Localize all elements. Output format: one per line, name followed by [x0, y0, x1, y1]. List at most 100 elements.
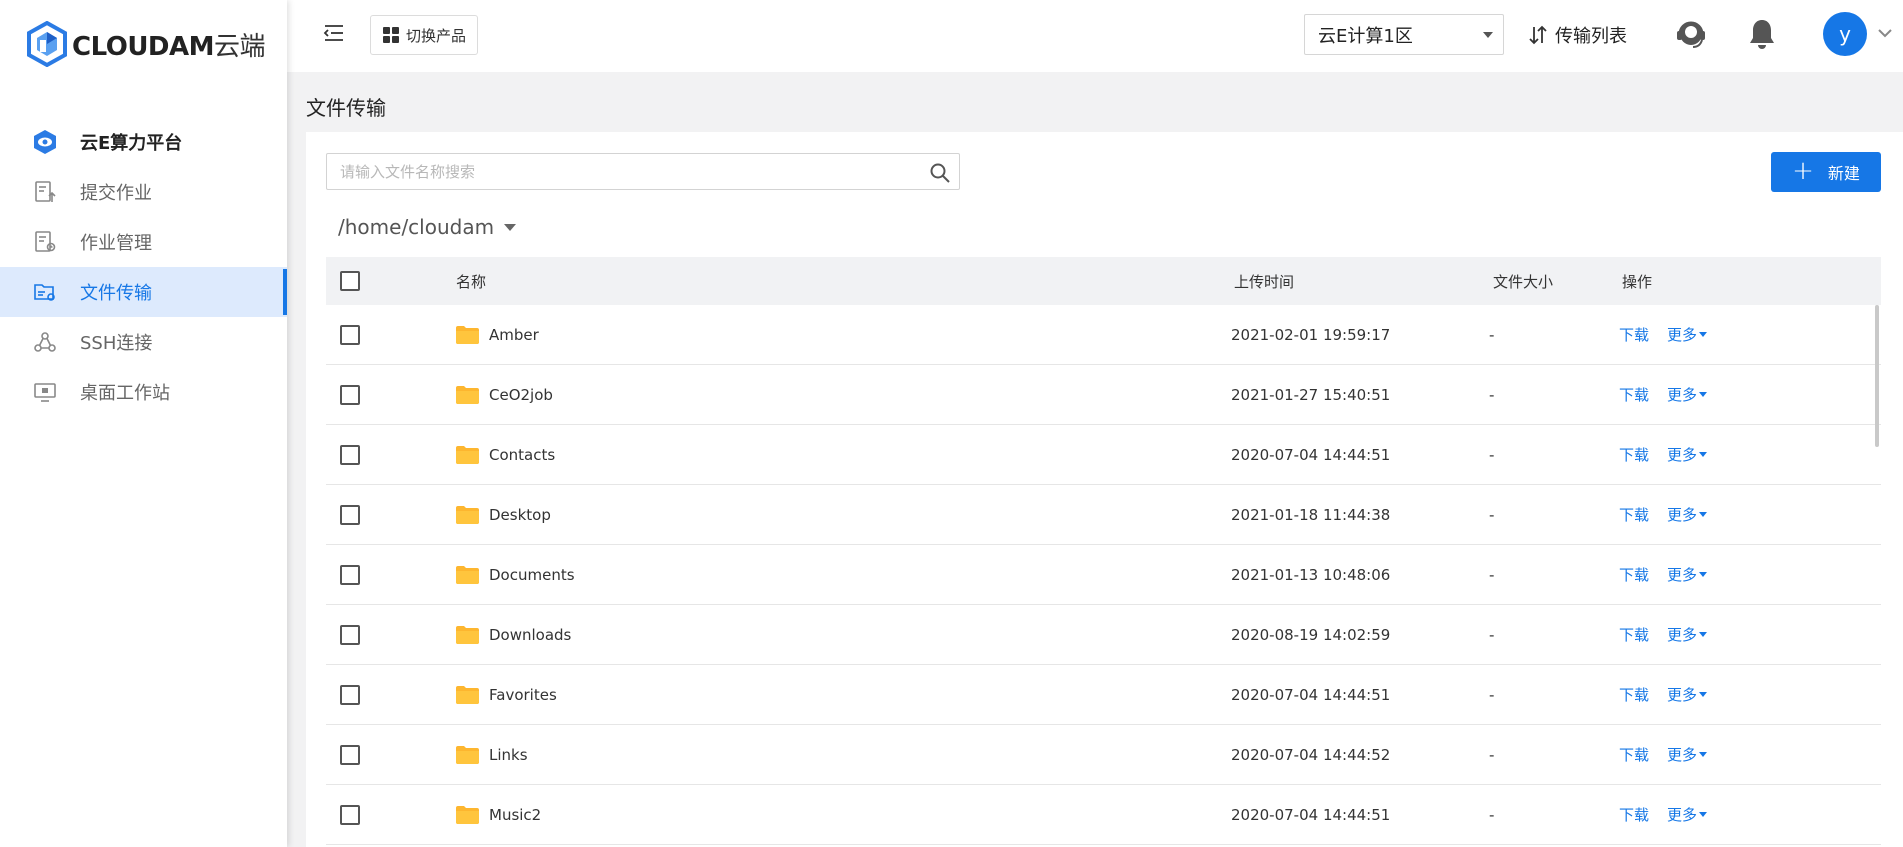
- upload-time: 2020-07-04 14:44:52: [1231, 745, 1391, 764]
- upload-time: 2020-07-04 14:44:51: [1231, 685, 1391, 704]
- download-link[interactable]: 下载: [1619, 384, 1649, 405]
- more-dropdown[interactable]: 更多: [1667, 684, 1708, 705]
- more-dropdown[interactable]: 更多: [1667, 444, 1708, 465]
- logo-text: CLOUDAM云端: [72, 31, 266, 62]
- caret-down-icon: [1699, 572, 1708, 577]
- caret-down-icon: [1699, 452, 1708, 457]
- table-row[interactable]: Favorites 2020-07-04 14:44:51 - 下载 更多: [326, 665, 1881, 725]
- row-checkbox[interactable]: [340, 564, 360, 585]
- search-input[interactable]: [327, 154, 917, 189]
- table-scrollbar[interactable]: [1875, 305, 1879, 447]
- caret-down-icon: [1699, 692, 1708, 697]
- notification-bell-icon[interactable]: [1748, 18, 1776, 50]
- sidebar-item-label: 云E算力平台: [80, 133, 183, 154]
- file-name-cell[interactable]: Amber: [456, 325, 539, 344]
- more-dropdown[interactable]: 更多: [1667, 504, 1708, 525]
- row-actions: 下载 更多: [1619, 624, 1708, 645]
- row-checkbox[interactable]: [340, 624, 360, 645]
- download-link[interactable]: 下载: [1619, 684, 1649, 705]
- more-dropdown[interactable]: 更多: [1667, 324, 1708, 345]
- headset-support-icon[interactable]: [1674, 17, 1708, 51]
- file-name-cell[interactable]: Downloads: [456, 625, 572, 644]
- upload-time: 2021-01-18 11:44:38: [1231, 505, 1391, 524]
- download-link[interactable]: 下载: [1619, 324, 1649, 345]
- transfer-list-button[interactable]: 传输列表: [1527, 18, 1627, 52]
- upload-time: 2021-02-01 19:59:17: [1231, 325, 1391, 344]
- download-link[interactable]: 下载: [1619, 564, 1649, 585]
- file-size: -: [1489, 385, 1495, 404]
- more-dropdown[interactable]: 更多: [1667, 564, 1708, 585]
- folder-icon: [456, 445, 479, 464]
- file-name-cell[interactable]: Documents: [456, 565, 575, 584]
- file-name: Links: [489, 745, 528, 764]
- chevron-down-icon[interactable]: [1878, 28, 1892, 38]
- file-name-cell[interactable]: CeO2job: [456, 385, 553, 404]
- menu-fold-icon[interactable]: [323, 22, 345, 44]
- more-label: 更多: [1667, 326, 1698, 344]
- caret-down-icon: [1699, 812, 1708, 817]
- more-dropdown[interactable]: 更多: [1667, 384, 1708, 405]
- row-checkbox[interactable]: [340, 444, 360, 465]
- select-all-checkbox[interactable]: [340, 271, 360, 291]
- row-checkbox[interactable]: [340, 504, 360, 525]
- sidebar-nav: 云E算力平台 提交作业 作业管理 文件传输 SSH连接 桌面工作站: [0, 117, 287, 417]
- page-title: 文件传输: [306, 96, 386, 120]
- table-row[interactable]: Amber 2021-02-01 19:59:17 - 下载 更多: [326, 305, 1881, 365]
- file-size: -: [1489, 445, 1495, 464]
- file-name-cell[interactable]: Favorites: [456, 685, 557, 704]
- more-dropdown[interactable]: 更多: [1667, 624, 1708, 645]
- more-dropdown[interactable]: 更多: [1667, 804, 1708, 825]
- row-checkbox[interactable]: [340, 804, 360, 825]
- switch-product-label: 切换产品: [406, 26, 467, 45]
- file-name-cell[interactable]: Contacts: [456, 445, 556, 464]
- header-size: 文件大小: [1493, 272, 1554, 291]
- table-row[interactable]: Downloads 2020-08-19 14:02:59 - 下载 更多: [326, 605, 1881, 665]
- file-name: Documents: [489, 565, 575, 584]
- more-dropdown[interactable]: 更多: [1667, 744, 1708, 765]
- sidebar-item-ssh[interactable]: SSH连接: [0, 317, 287, 367]
- file-name-cell[interactable]: Links: [456, 745, 528, 764]
- file-size: -: [1489, 805, 1495, 824]
- file-name-cell[interactable]: Desktop: [456, 505, 551, 524]
- sidebar-item-submit-job[interactable]: 提交作业: [0, 167, 287, 217]
- caret-down-icon: [1699, 752, 1708, 757]
- switch-product-button[interactable]: 切换产品: [370, 15, 478, 55]
- caret-down-icon: [1483, 32, 1493, 38]
- file-name-cell[interactable]: Music2: [456, 805, 541, 824]
- file-name: Contacts: [489, 445, 556, 464]
- file-size: -: [1489, 565, 1495, 584]
- table-header: 名称 上传时间 文件大小 操作: [326, 257, 1881, 305]
- cloudam-logo[interactable]: CLOUDAM云端: [26, 20, 266, 68]
- row-checkbox[interactable]: [340, 384, 360, 405]
- download-link[interactable]: 下载: [1619, 744, 1649, 765]
- file-table: 名称 上传时间 文件大小 操作 Amber 2021-02-01 19:59:1…: [326, 257, 1881, 845]
- sidebar-item-platform[interactable]: 云E算力平台: [0, 117, 287, 167]
- download-link[interactable]: 下载: [1619, 504, 1649, 525]
- row-actions: 下载 更多: [1619, 684, 1708, 705]
- table-row[interactable]: Desktop 2021-01-18 11:44:38 - 下载 更多: [326, 485, 1881, 545]
- table-row[interactable]: Documents 2021-01-13 10:48:06 - 下载 更多: [326, 545, 1881, 605]
- more-label: 更多: [1667, 686, 1698, 704]
- sidebar-item-desktop[interactable]: 桌面工作站: [0, 367, 287, 417]
- sidebar-item-job-manage[interactable]: 作业管理: [0, 217, 287, 267]
- path-selector[interactable]: /home/cloudam: [338, 212, 517, 242]
- download-link[interactable]: 下载: [1619, 624, 1649, 645]
- row-checkbox[interactable]: [340, 684, 360, 705]
- folder-icon: [456, 805, 479, 824]
- table-row[interactable]: Contacts 2020-07-04 14:44:51 - 下载 更多: [326, 425, 1881, 485]
- new-button[interactable]: + 新建: [1771, 152, 1881, 192]
- search-icon[interactable]: [929, 162, 951, 184]
- region-select[interactable]: 云E计算1区: [1304, 14, 1504, 55]
- row-checkbox[interactable]: [340, 324, 360, 345]
- file-name: Downloads: [489, 625, 572, 644]
- download-link[interactable]: 下载: [1619, 444, 1649, 465]
- table-row[interactable]: CeO2job 2021-01-27 15:40:51 - 下载 更多: [326, 365, 1881, 425]
- table-row[interactable]: Music2 2020-07-04 14:44:51 - 下载 更多: [326, 785, 1881, 845]
- row-checkbox[interactable]: [340, 744, 360, 765]
- plus-icon: +: [1792, 155, 1814, 186]
- table-row[interactable]: Links 2020-07-04 14:44:52 - 下载 更多: [326, 725, 1881, 785]
- download-link[interactable]: 下载: [1619, 804, 1649, 825]
- user-avatar[interactable]: y: [1823, 12, 1867, 56]
- caret-down-icon: [1699, 332, 1708, 337]
- sidebar-item-file-transfer[interactable]: 文件传输: [0, 267, 287, 317]
